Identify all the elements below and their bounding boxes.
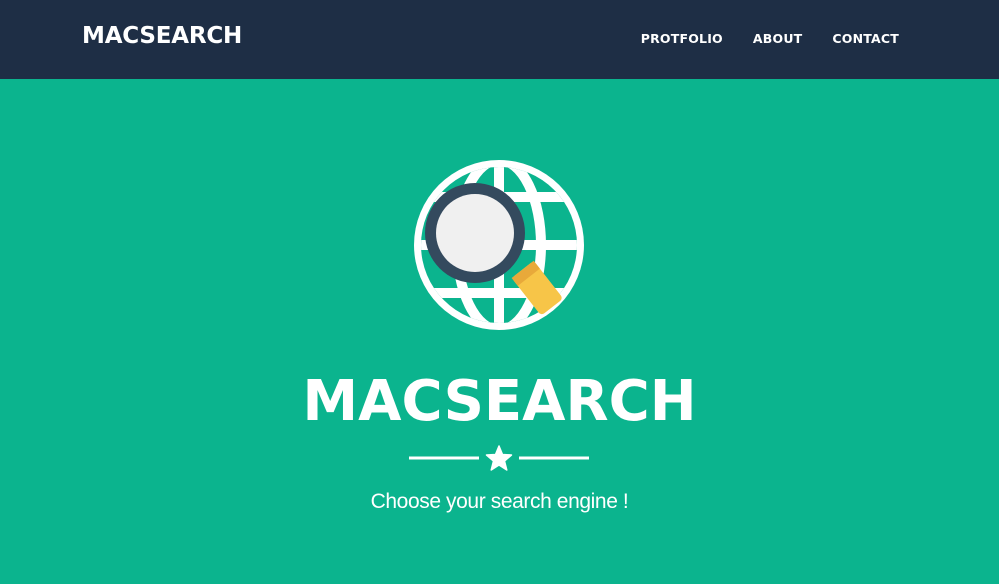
brand-logo-link[interactable]: MACSEARCH (82, 23, 242, 49)
nav-link-contact[interactable]: CONTACT (832, 31, 899, 46)
hero-subtitle: Choose your search engine ! (370, 490, 629, 513)
star-divider (409, 445, 589, 471)
top-navbar: MACSEARCH PROTFOLIO ABOUT CONTACT (0, 0, 999, 79)
nav-link-portfolio[interactable]: PROTFOLIO (641, 31, 723, 46)
hero-section: MACSEARCH Choose your search engine ! (0, 79, 999, 584)
star-icon (485, 445, 513, 471)
nav-links: PROTFOLIO ABOUT CONTACT (641, 31, 899, 46)
globe-magnifier-icon (409, 159, 589, 334)
hero-title: MACSEARCH (302, 369, 697, 434)
nav-link-about[interactable]: ABOUT (753, 31, 803, 46)
